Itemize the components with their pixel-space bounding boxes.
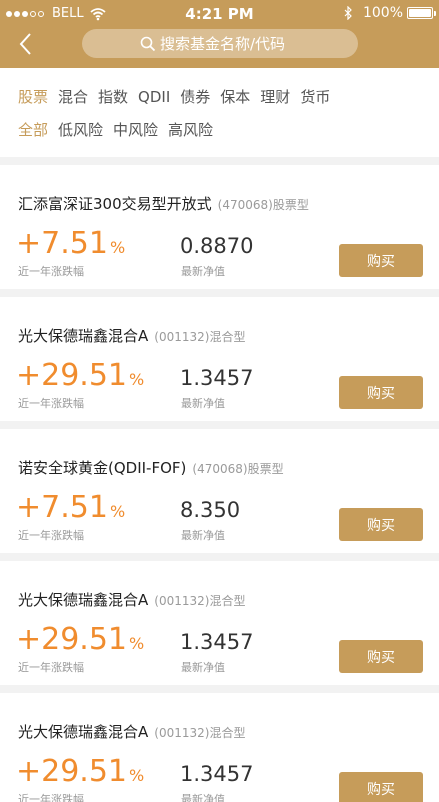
fund-nav: 8.350 — [180, 498, 241, 522]
battery-percent: 100% — [362, 5, 403, 21]
battery-icon — [407, 7, 436, 19]
filter-type-money[interactable]: 货币 — [300, 87, 330, 107]
return-label: 近一年涨跌幅 — [18, 397, 84, 410]
fund-return-unit: % — [129, 634, 145, 653]
fund-nav: 1.3457 — [180, 630, 254, 654]
filter-risk-all[interactable]: 全部 — [18, 120, 48, 140]
fund-card[interactable]: 汇添富深证300交易型开放式 (470068)股票型 +7.51% 近一年涨跌幅 … — [0, 165, 439, 289]
fund-title: 光大保德瑞鑫混合A (001132)混合型 — [18, 589, 245, 610]
fund-nav: 0.8870 — [180, 234, 254, 258]
fund-title: 光大保德瑞鑫混合A (001132)混合型 — [18, 721, 245, 742]
status-bar: BELL 4:21 PM 100% — [0, 0, 439, 28]
nav-label: 最新净值 — [181, 529, 225, 542]
filter-type-stock[interactable]: 股票 — [18, 87, 48, 107]
buy-button[interactable]: 购买 — [339, 376, 423, 409]
search-box[interactable] — [82, 29, 358, 58]
fund-return-value: +7.51 — [16, 226, 108, 261]
fund-return-unit: % — [129, 370, 145, 389]
filter-type-qdii[interactable]: QDII — [138, 87, 170, 107]
search-input[interactable] — [160, 34, 300, 53]
fund-card[interactable]: 诺安全球黄金(QDII-FOF) (470068)股票型 +7.51% 近一年涨跌… — [0, 429, 439, 553]
fund-type-filters: 股票 混合 指数 QDII 债券 保本 理财 货币 — [18, 87, 340, 107]
nav-label: 最新净值 — [181, 265, 225, 278]
fund-name: 光大保德瑞鑫混合A — [18, 723, 149, 741]
fund-nav: 1.3457 — [180, 762, 254, 786]
fund-return: +7.51% — [16, 491, 125, 529]
fund-title: 光大保德瑞鑫混合A (001132)混合型 — [18, 325, 245, 346]
filter-type-bond[interactable]: 债券 — [180, 87, 210, 107]
fund-title: 诺安全球黄金(QDII-FOF) (470068)股票型 — [18, 457, 284, 478]
fund-code: (470068)股票型 — [192, 462, 284, 476]
fund-return: +29.51% — [16, 359, 144, 397]
fund-card[interactable]: 光大保德瑞鑫混合A (001132)混合型 +29.51% 近一年涨跌幅 1.34… — [0, 561, 439, 685]
return-label: 近一年涨跌幅 — [18, 265, 84, 278]
buy-button[interactable]: 购买 — [339, 640, 423, 673]
fund-return-unit: % — [109, 238, 126, 257]
fund-name: 汇添富深证300交易型开放式 — [18, 195, 212, 213]
fund-return: +29.51% — [16, 755, 144, 793]
return-label: 近一年涨跌幅 — [18, 661, 84, 674]
nav-label: 最新净值 — [181, 397, 225, 410]
filter-risk-medium[interactable]: 中风险 — [113, 120, 158, 140]
buy-button[interactable]: 购买 — [339, 772, 423, 802]
filter-type-guaranteed[interactable]: 保本 — [220, 87, 250, 107]
return-label: 近一年涨跌幅 — [18, 793, 84, 802]
fund-card[interactable]: 光大保德瑞鑫混合A (001132)混合型 +29.51% 近一年涨跌幅 1.34… — [0, 297, 439, 421]
fund-return-value: +29.51 — [16, 622, 128, 657]
status-right: 100% — [344, 5, 436, 21]
fund-title: 汇添富深证300交易型开放式 (470068)股票型 — [18, 193, 309, 214]
chevron-left-icon — [19, 33, 31, 55]
fund-code: (001132)混合型 — [154, 726, 246, 740]
search-icon — [140, 36, 156, 51]
filter-risk-high[interactable]: 高风险 — [168, 120, 213, 140]
fund-code: (001132)混合型 — [154, 330, 246, 344]
back-button[interactable] — [12, 30, 38, 58]
filter-type-hybrid[interactable]: 混合 — [58, 87, 88, 107]
fund-name: 光大保德瑞鑫混合A — [18, 327, 149, 345]
fund-name: 诺安全球黄金(QDII-FOF) — [18, 459, 187, 477]
fund-return: +29.51% — [16, 623, 144, 661]
return-label: 近一年涨跌幅 — [18, 529, 84, 542]
fund-return-value: +29.51 — [16, 754, 128, 789]
fund-return-unit: % — [109, 502, 126, 521]
filter-risk-low[interactable]: 低风险 — [58, 120, 103, 140]
filter-panel: 股票 混合 指数 QDII 债券 保本 理财 货币 全部 低风险 中风险 高风险 — [0, 68, 439, 157]
fund-card[interactable]: 光大保德瑞鑫混合A (001132)混合型 +29.51% 近一年涨跌幅 1.34… — [0, 693, 439, 802]
buy-button[interactable]: 购买 — [339, 244, 423, 277]
buy-button[interactable]: 购买 — [339, 508, 423, 541]
fund-return-unit: % — [129, 766, 145, 785]
fund-code: (470068)股票型 — [217, 198, 309, 212]
fund-code: (001132)混合型 — [154, 594, 246, 608]
filter-type-wealth[interactable]: 理财 — [260, 87, 290, 107]
filter-type-index[interactable]: 指数 — [98, 87, 128, 107]
fund-return: +7.51% — [16, 227, 125, 265]
fund-nav: 1.3457 — [180, 366, 254, 390]
nav-label: 最新净值 — [181, 661, 225, 674]
bluetooth-icon — [344, 6, 352, 20]
fund-return-value: +7.51 — [16, 490, 108, 525]
header: BELL 4:21 PM 100% — [0, 0, 439, 68]
fund-return-value: +29.51 — [16, 358, 128, 393]
fund-name: 光大保德瑞鑫混合A — [18, 591, 149, 609]
nav-label: 最新净值 — [181, 793, 225, 802]
risk-filters: 全部 低风险 中风险 高风险 — [18, 120, 223, 140]
